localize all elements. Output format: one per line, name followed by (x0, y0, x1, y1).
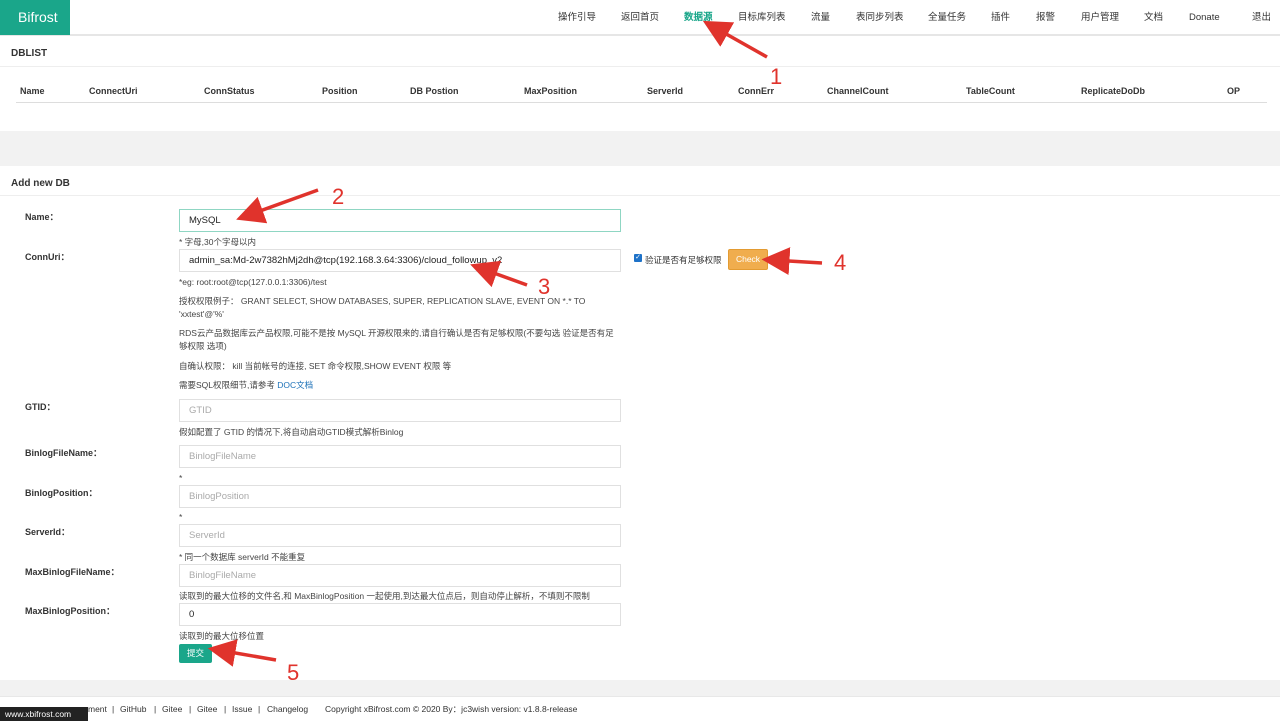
gtid-hint: 假如配置了 GTID 的情况下,将自动启动GTID模式解析Binlog (179, 427, 404, 437)
check-button[interactable]: Check (728, 249, 768, 270)
nav-logout[interactable]: 退出 (1252, 0, 1271, 35)
arrow-5 (207, 639, 277, 667)
doc-hint: 需要SQL权限细节,请参考 DOC文档 (179, 379, 313, 392)
footer-sep: | (154, 704, 157, 714)
nav-table-sync[interactable]: 表同步列表 (856, 0, 904, 35)
watermark: www.xbifrost.com (0, 707, 88, 721)
binlog-filename-hint: * (179, 473, 183, 483)
col-connstatus: ConnStatus (204, 86, 255, 96)
binlog-position-hint: * (179, 512, 183, 522)
footer-link-issue[interactable]: Issue (232, 697, 252, 722)
rds-hint: RDS云产品数据库云产品权限,可能不是按 MySQL 开源权限来的,请自行确认是… (179, 328, 614, 351)
col-db-position: DB Postion (410, 86, 459, 96)
serverid-label: ServerId： (25, 527, 71, 537)
gtid-input[interactable]: GTID (179, 399, 621, 422)
footer-sep: | (224, 704, 227, 714)
gtid-label: GTID： (25, 402, 56, 412)
name-hint: * 字母,30个字母以内 (179, 237, 256, 247)
col-op: OP (1227, 86, 1241, 96)
annotation-number-5: 5 (287, 660, 300, 685)
footer: ment | GitHub | Gitee | Gitee | Issue | … (0, 696, 1280, 721)
arrow-4 (761, 247, 823, 276)
grant-example-hint: 授权权限例子： GRANT SELECT, SHOW DATABASES, SU… (179, 296, 586, 319)
binlog-filename-label: BinlogFileName： (25, 448, 103, 458)
nav-home[interactable]: 返回首页 (621, 0, 659, 35)
col-maxposition: MaxPosition (524, 86, 578, 96)
nav-target-list[interactable]: 目标库列表 (738, 0, 786, 35)
max-binlog-position-label: MaxBinlogPosition： (25, 606, 116, 616)
serverid-input[interactable]: ServerId (179, 524, 621, 547)
form-title: Add new DB (11, 178, 70, 189)
col-name: Name (20, 86, 45, 96)
footer-separator (0, 680, 1280, 696)
table-header-line (16, 102, 1267, 103)
self-check-hint: 自确认权限： kill 当前帐号的连接, SET 命令权限,SHOW EVENT… (179, 361, 452, 371)
binlog-position-input[interactable]: BinlogPosition (179, 485, 621, 508)
footer-link-github[interactable]: GitHub (120, 697, 146, 722)
footer-sep: | (258, 704, 261, 714)
annotation-number-2: 2 (332, 184, 345, 209)
serverid-hint: * 同一个数据库 serverId 不能重复 (179, 552, 306, 562)
footer-link-gitee-2[interactable]: Gitee (197, 697, 217, 722)
footer-link-changelog[interactable]: Changelog (267, 697, 308, 722)
connuri-eg-hint: *eg: root:root@tcp(127.0.0.1:3306)/test (179, 277, 327, 287)
nav-guide[interactable]: 操作引导 (558, 0, 596, 35)
verify-permission-checkbox[interactable]: ✓ (634, 254, 642, 262)
annotation-number-1: 1 (770, 64, 783, 89)
doc-link[interactable]: DOC文档 (277, 380, 313, 390)
dblist-title: DBLIST (11, 48, 48, 59)
divider (0, 195, 1280, 196)
col-replicatedodb: ReplicateDoDb (1081, 86, 1146, 96)
doc-hint-text: 需要SQL权限细节,请参考 (179, 380, 278, 390)
top-navbar: Bifrost 操作引导 返回首页 数据源 目标库列表 流量 表同步列表 全量任… (0, 0, 1280, 36)
col-serverid: ServerId (647, 86, 684, 96)
nav-alarm[interactable]: 报警 (1036, 0, 1055, 35)
col-connerr: ConnErr (738, 86, 774, 96)
connuri-label: ConnUri： (25, 252, 70, 262)
divider (0, 66, 1280, 67)
nav-plugin[interactable]: 插件 (991, 0, 1010, 35)
col-tablecount: TableCount (966, 86, 1015, 96)
verify-permission-label: 验证是否有足够权限 (645, 255, 722, 265)
submit-button[interactable]: 提交 (179, 644, 212, 663)
max-binlog-position-input[interactable]: 0 (179, 603, 621, 626)
connuri-input[interactable]: admin_sa:Md-2w7382hMj2dh@tcp(192.168.3.6… (179, 249, 621, 272)
annotation-number-3: 3 (538, 274, 551, 299)
footer-copyright: Copyright xBifrost.com © 2020 By：jc3wish… (325, 704, 578, 714)
nav-docs[interactable]: 文档 (1144, 0, 1163, 35)
nav-traffic[interactable]: 流量 (811, 0, 830, 35)
binlog-position-label: BinlogPosition： (25, 488, 98, 498)
nav-datasource[interactable]: 数据源 (684, 0, 713, 35)
section-separator (0, 131, 1280, 166)
annotation-number-4: 4 (834, 250, 847, 275)
max-binlog-filename-hint: 读取到的最大位移的文件名,和 MaxBinlogPosition 一起使用,到达… (179, 591, 590, 601)
nav-user-manage[interactable]: 用户管理 (1081, 0, 1119, 35)
footer-link-gitee[interactable]: Gitee (162, 697, 182, 722)
footer-sep: | (112, 704, 115, 714)
brand-logo[interactable]: Bifrost (0, 0, 70, 35)
nav-full-task[interactable]: 全量任务 (928, 0, 966, 35)
footer-sep: | (189, 704, 192, 714)
col-position: Position (322, 86, 358, 96)
max-binlog-position-hint: 读取到的最大位移位置 (179, 631, 265, 641)
nav-donate[interactable]: Donate (1189, 0, 1220, 35)
name-label: Name： (25, 212, 59, 222)
binlog-filename-input[interactable]: BinlogFileName (179, 445, 621, 468)
name-input[interactable]: MySQL (179, 209, 621, 232)
footer-link-document[interactable]: ment (88, 697, 107, 722)
max-binlog-filename-label: MaxBinlogFileName： (25, 567, 120, 577)
col-connecturi: ConnectUri (89, 86, 138, 96)
col-channelcount: ChannelCount (827, 86, 889, 96)
max-binlog-filename-input[interactable]: BinlogFileName (179, 564, 621, 587)
